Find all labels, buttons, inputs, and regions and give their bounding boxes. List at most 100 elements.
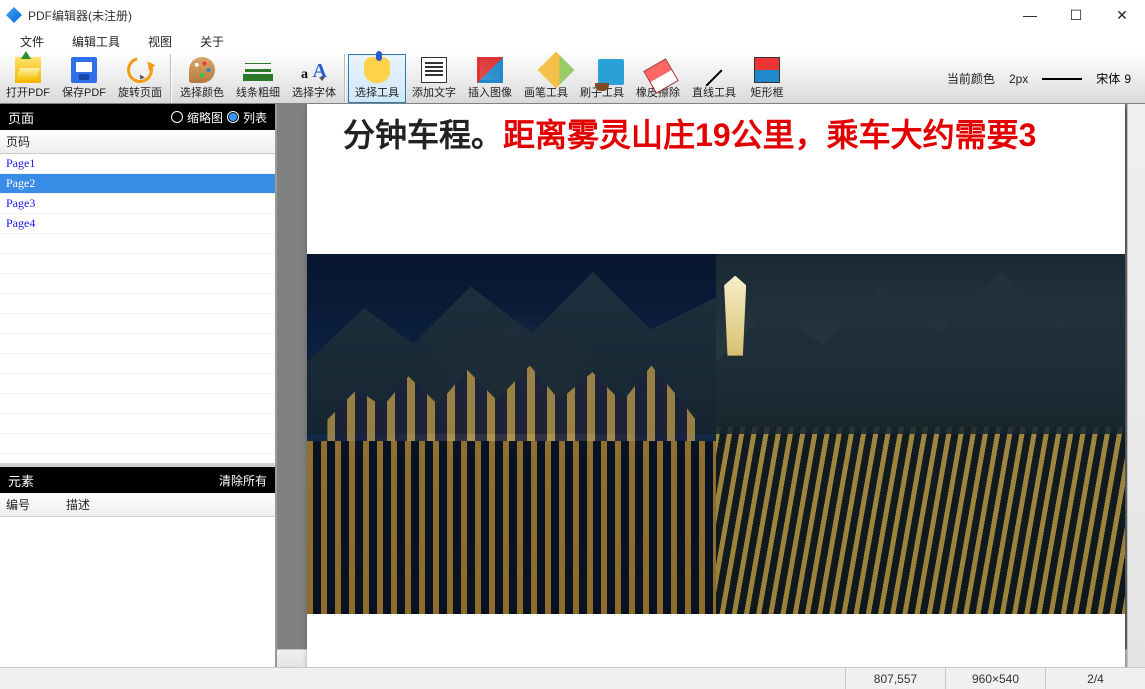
page-list-item[interactable]: Page3 (0, 194, 275, 214)
page-list-empty-row (0, 394, 275, 414)
line-tool-button[interactable]: 直线工具 (686, 54, 742, 103)
add-text-button[interactable]: 添加文字 (406, 54, 462, 103)
separator (170, 54, 172, 103)
status-page: 2/4 (1045, 668, 1145, 689)
pages-panel-header: 页面 缩略图 列表 (0, 104, 275, 130)
elements-column-header: 编号 描述 (0, 493, 275, 517)
line-width-button[interactable]: 线条粗细 (230, 54, 286, 103)
rect-tool-button[interactable]: 矩形框 (742, 54, 792, 103)
pen-icon (538, 52, 575, 89)
color-preview-line (1042, 78, 1082, 80)
clear-all-button[interactable]: 清除所有 (219, 472, 267, 489)
current-color-label: 当前颜色 (947, 70, 995, 87)
page-image-row (307, 254, 1125, 614)
open-pdf-button[interactable]: 打开PDF (0, 54, 56, 103)
font-icon (301, 57, 327, 83)
sidebar: 页面 缩略图 列表 页码 Page1Page2Page3Page4 元素 清除所… (0, 104, 277, 667)
line-width-icon (245, 57, 271, 83)
rectangle-icon (754, 57, 780, 83)
page-content[interactable]: 分钟车程。距离雾灵山庄19公里，乘车大约需要3 (307, 104, 1125, 667)
page-list-item[interactable]: Page1 (0, 154, 275, 174)
open-pdf-label: 打开PDF (6, 84, 50, 100)
toolbar-right: 当前颜色 2px 宋体 9 (947, 54, 1145, 103)
image-icon (477, 57, 503, 83)
menubar: 文件 编辑工具 视图 关于 (0, 30, 1145, 54)
add-text-label: 添加文字 (412, 84, 456, 100)
pages-column-header: 页码 (0, 130, 275, 154)
menu-view[interactable]: 视图 (134, 30, 186, 53)
separator (344, 54, 346, 103)
status-dimensions: 960×540 (945, 668, 1045, 689)
choose-color-label: 选择颜色 (180, 84, 224, 100)
pages-panel-title: 页面 (8, 108, 34, 127)
choose-color-button[interactable]: 选择颜色 (174, 54, 230, 103)
page-list-empty-row (0, 294, 275, 314)
page-list-empty-row (0, 414, 275, 434)
page-list-empty-row (0, 274, 275, 294)
page-list-empty-row (0, 334, 275, 354)
brush-icon (598, 59, 624, 85)
list-radio-label: 列表 (243, 109, 267, 126)
elements-grid[interactable] (0, 517, 275, 667)
document-canvas[interactable]: 分钟车程。距离雾灵山庄19公里，乘车大约需要3 (277, 104, 1145, 667)
col-element-desc: 描述 (66, 496, 269, 513)
page-text-line: 分钟车程。距离雾灵山庄19公里，乘车大约需要3 (343, 110, 1125, 156)
choose-font-label: 选择字体 (292, 84, 336, 100)
app-icon (6, 7, 22, 23)
insert-image-button[interactable]: 插入图像 (462, 54, 518, 103)
titlebar: PDF编辑器(未注册) — ☐ ✕ (0, 0, 1145, 30)
maximize-button[interactable]: ☐ (1053, 0, 1099, 30)
menu-file[interactable]: 文件 (6, 30, 58, 53)
font-size-value: 9 (1124, 72, 1131, 86)
choose-font-button[interactable]: 选择字体 (286, 54, 342, 103)
line-tool-label: 直线工具 (692, 84, 736, 100)
page-list-empty-row (0, 234, 275, 254)
page-text-black: 分钟车程。 (343, 117, 503, 153)
save-pdf-button[interactable]: 保存PDF (56, 54, 112, 103)
save-pdf-label: 保存PDF (62, 84, 106, 100)
chevron-down-icon (138, 74, 145, 80)
brush-tool-button[interactable]: 刷子工具 (574, 54, 630, 103)
page-list-item[interactable]: Page2 (0, 174, 275, 194)
pen-tool-button[interactable]: 画笔工具 (518, 54, 574, 103)
page-image-left[interactable] (307, 254, 716, 614)
page-text-red: 距离雾灵山庄19公里，乘车大约需要3 (503, 117, 1036, 153)
page-list-empty-row (0, 354, 275, 374)
eraser-tool-button[interactable]: 橡皮擦除 (630, 54, 686, 103)
page-image-right[interactable] (716, 254, 1125, 614)
menu-edit-tools[interactable]: 编辑工具 (58, 30, 134, 53)
pointer-icon (364, 57, 390, 83)
col-element-id: 编号 (6, 496, 66, 513)
line-width-value: 2px (1009, 72, 1028, 86)
status-coords: 807,557 (845, 668, 945, 689)
folder-open-icon (15, 57, 41, 83)
rotate-page-label: 旋转页面 (118, 84, 162, 100)
rotate-icon (122, 52, 158, 88)
chevron-down-icon (319, 77, 325, 81)
page-list-item[interactable]: Page4 (0, 214, 275, 234)
rotate-page-button[interactable]: 旋转页面 (112, 54, 168, 103)
pages-list[interactable]: Page1Page2Page3Page4 (0, 154, 275, 463)
thumbnail-radio-label: 缩略图 (187, 109, 223, 126)
line-width-label: 线条粗细 (236, 84, 280, 100)
window-title: PDF编辑器(未注册) (28, 7, 1007, 24)
rect-tool-label: 矩形框 (751, 84, 784, 100)
page-list-empty-row (0, 454, 275, 463)
page-list-empty-row (0, 314, 275, 334)
close-button[interactable]: ✕ (1099, 0, 1145, 30)
page-list-empty-row (0, 434, 275, 454)
toolbar: 打开PDF 保存PDF 旋转页面 选择颜色 线条粗细 选择字体 选择工具 添加文… (0, 54, 1145, 104)
col-page-number: 页码 (6, 133, 269, 150)
menu-about[interactable]: 关于 (186, 30, 238, 53)
chevron-down-icon (263, 77, 269, 81)
thumbnail-radio[interactable] (171, 111, 183, 123)
select-tool-label: 选择工具 (355, 84, 399, 100)
statusbar: 807,557 960×540 2/4 (0, 667, 1145, 689)
select-tool-button[interactable]: 选择工具 (348, 54, 406, 103)
page-list-empty-row (0, 254, 275, 274)
text-icon (421, 57, 447, 83)
elements-panel-header: 元素 清除所有 (0, 467, 275, 493)
line-icon (701, 57, 727, 83)
list-radio[interactable] (227, 111, 239, 123)
minimize-button[interactable]: — (1007, 0, 1053, 30)
